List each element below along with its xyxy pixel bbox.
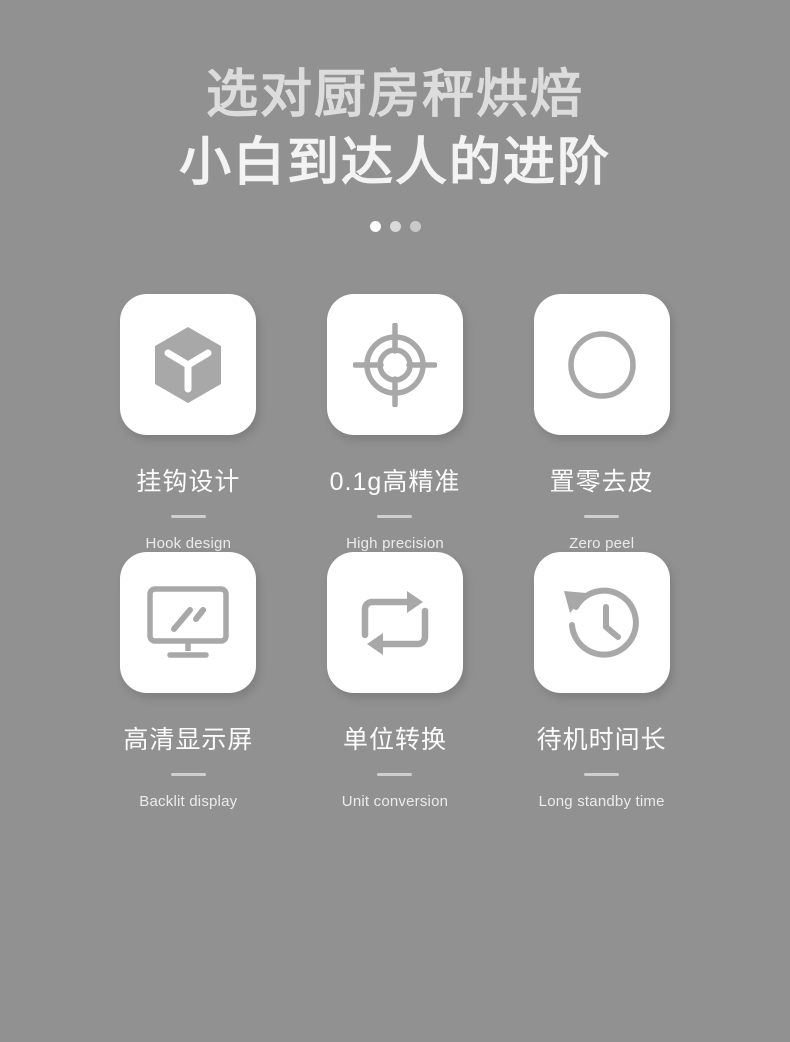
feature-title: 单位转换	[342, 726, 447, 755]
hero-section: 选对厨房秤烘焙 小白到达人的进阶	[0, 0, 790, 233]
feature-item-hook-design: 挂钩设计 Hook design	[85, 294, 292, 552]
feature-subtitle: Long standby time	[538, 793, 665, 811]
feature-title: 置零去皮	[549, 468, 654, 497]
crosshair-icon	[352, 322, 437, 407]
feature-item-backlit-display: 高清显示屏 Backlit display	[85, 552, 292, 810]
product-feature-poster: 选对厨房秤烘焙 小白到达人的进阶 挂钩设计 Hook design 0.1g高精…	[0, 0, 790, 1042]
feature-title: 高清显示屏	[123, 726, 254, 755]
feature-grid-row-2: 高清显示屏 Backlit display 单位转换 Unit conversi…	[85, 552, 705, 810]
feature-item-unit-conversion: 单位转换 Unit conversion	[292, 552, 499, 810]
hero-title-line-1: 选对厨房秤烘焙	[205, 66, 584, 124]
clock-history-icon	[560, 581, 644, 665]
icon-card	[533, 552, 670, 694]
feature-divider	[170, 773, 206, 777]
feature-divider	[377, 515, 413, 519]
hero-title-line-2: 小白到达人的进阶	[178, 133, 611, 192]
icon-card	[120, 294, 257, 436]
feature-subtitle: Unit conversion	[341, 793, 449, 811]
repeat-icon	[355, 583, 435, 663]
feature-item-long-standby: 待机时间长 Long standby time	[498, 552, 705, 810]
feature-title: 待机时间长	[536, 726, 667, 755]
dot-indicator-1	[369, 221, 381, 233]
icon-card	[533, 294, 670, 436]
feature-divider	[584, 773, 620, 777]
monitor-icon	[146, 585, 230, 661]
feature-subtitle: High precision	[346, 535, 444, 553]
icon-card	[326, 552, 463, 694]
dot-separator	[0, 221, 790, 233]
feature-subtitle: Hook design	[145, 535, 232, 553]
icon-card	[120, 552, 257, 694]
icon-card	[326, 294, 463, 436]
feature-title: 挂钩设计	[136, 468, 241, 497]
feature-subtitle: Backlit display	[139, 793, 238, 811]
feature-grid-row-1: 挂钩设计 Hook design 0.1g高精准 High precision	[85, 294, 705, 552]
feature-item-high-precision: 0.1g高精准 High precision	[292, 294, 499, 552]
feature-divider	[170, 515, 206, 519]
dot-indicator-2	[389, 221, 401, 233]
feature-subtitle: Zero peel	[569, 535, 635, 553]
dot-indicator-3	[409, 221, 421, 233]
circle-icon	[566, 329, 638, 401]
feature-item-zero-peel: 置零去皮 Zero peel	[498, 294, 705, 552]
feature-title: 0.1g高精准	[329, 468, 461, 497]
feature-divider	[584, 515, 620, 519]
cube-icon	[151, 325, 225, 405]
feature-divider	[377, 773, 413, 777]
